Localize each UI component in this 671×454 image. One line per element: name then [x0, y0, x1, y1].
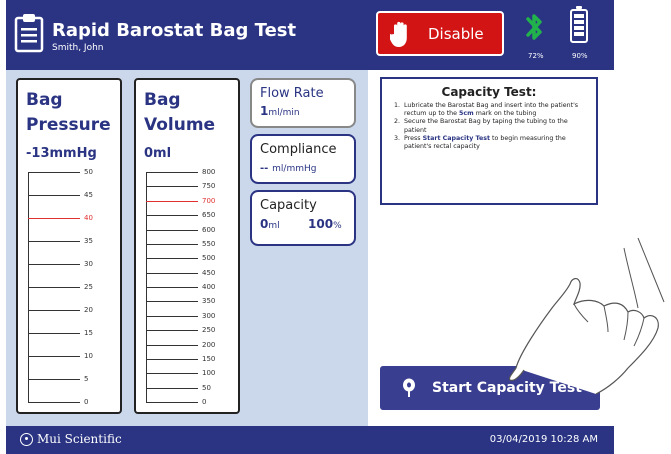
clipboard-icon — [14, 14, 44, 53]
scale-tick — [146, 200, 198, 202]
scale-tick — [146, 215, 198, 217]
volume-value: 0ml — [144, 146, 172, 161]
scale-tick-label: 25 — [84, 283, 93, 291]
instructions-title: Capacity Test: — [441, 85, 537, 99]
capacity-percent: 100% — [308, 217, 342, 231]
app-title: Rapid Barostat Bag Test — [52, 20, 297, 41]
scale-tick-label: 550 — [202, 239, 216, 248]
scale-tick-label: 5 — [84, 375, 89, 383]
scale-tick-label: 600 — [202, 225, 216, 234]
scale-tick — [146, 387, 198, 389]
scale-tick-label: 20 — [84, 306, 93, 314]
scale-tick-label: 100 — [202, 369, 216, 378]
flow-rate-title: Flow Rate — [260, 86, 324, 101]
scale-tick — [146, 186, 198, 188]
scale-tick-label: 10 — [84, 352, 93, 360]
battery-percent: 90% — [572, 52, 588, 60]
capacity-test-instructions: Capacity Test: Lubricate the Barostat Ba… — [380, 77, 598, 205]
volume-scale: 800 750 700 650 600 550 500 450 400 350 300 250 200 1… — [146, 168, 226, 406]
scale-tick — [146, 301, 198, 303]
pressure-value: -13mmHg — [26, 146, 97, 161]
scale-tick-label: 15 — [84, 329, 93, 337]
scale-tick — [28, 264, 80, 265]
scale-tick — [146, 172, 198, 173]
datetime: 03/04/2019 10:28 AM — [489, 434, 598, 445]
bag-volume-gauge: Bag Volume 0ml 800 750 700 650 600 550 500 450 4… — [134, 78, 240, 414]
scale-tick-label: 650 — [202, 211, 216, 220]
brand-name: Mui Scientific — [37, 432, 122, 446]
scale-tick — [146, 373, 198, 375]
scale-tick — [28, 287, 80, 288]
scale-tick-label: 500 — [202, 254, 216, 263]
pressure-title: Bag Pressure — [26, 90, 111, 135]
scale-tick-label: 700 — [202, 196, 216, 205]
compliance-card[interactable]: Compliance -- ml/mmHg — [250, 134, 356, 184]
scale-tick — [146, 272, 198, 274]
bag-pressure-gauge: Bag Pressure -13mmHg 50 45 40 35 30 25 20 15 10 5… — [16, 78, 122, 414]
header-bar: Rapid Barostat Bag Test Smith, John Disa… — [6, 0, 614, 70]
scale-tick-label: 40 — [84, 214, 93, 222]
scale-tick-label: 250 — [202, 326, 216, 335]
bluetooth-icon — [526, 14, 542, 40]
brand-logo: Mui Scientific — [20, 432, 122, 446]
scale-tick-label: 45 — [84, 191, 93, 199]
scale-tick-label: 35 — [84, 237, 93, 245]
scale-tick-label: 0 — [84, 398, 89, 406]
scale-tick — [28, 333, 80, 334]
scale-tick — [146, 258, 198, 260]
pointing-hand-illustration — [508, 237, 665, 395]
scale-tick-label: 750 — [202, 182, 216, 191]
instruction-step-1: Lubricate the Barostat Bag and insert in… — [402, 102, 590, 118]
scale-tick — [28, 195, 80, 196]
scale-tick — [146, 330, 198, 332]
brand-circle-icon — [20, 432, 33, 446]
scale-tick — [28, 172, 80, 173]
measurement-panel: Bag Pressure -13mmHg 50 45 40 35 30 25 20 15 10 5… — [6, 70, 368, 426]
instruction-step-3: Press Start Capacity Test to begin measu… — [402, 135, 590, 151]
scale-tick — [146, 402, 198, 403]
scale-tick — [146, 287, 198, 288]
scale-tick-label: 200 — [202, 340, 216, 349]
bluetooth-percent: 72% — [528, 52, 544, 60]
disable-button[interactable]: Disable — [376, 11, 504, 56]
scale-tick-label: 50 — [84, 168, 93, 176]
scale-tick-label: 400 — [202, 283, 216, 291]
scale-tick-label: 350 — [202, 297, 216, 306]
scale-tick — [146, 243, 198, 245]
capacity-title: Capacity — [260, 198, 317, 213]
scale-tick — [28, 218, 80, 219]
scale-tick — [28, 402, 80, 403]
scale-tick — [28, 356, 80, 357]
scale-tick-label: 300 — [202, 311, 216, 320]
battery-icon — [570, 6, 588, 43]
balloon-icon — [403, 378, 415, 397]
hand-stop-icon — [390, 21, 407, 47]
scale-tick-label: 30 — [84, 260, 93, 268]
patient-name: Smith, John — [52, 43, 104, 53]
footer-bar: Mui Scientific 03/04/2019 10:28 AM — [6, 426, 614, 454]
scale-tick — [146, 229, 198, 231]
compliance-readout: -- ml/mmHg — [260, 163, 317, 174]
instructions-list: Lubricate the Barostat Bag and insert in… — [402, 102, 590, 151]
compliance-title: Compliance — [260, 142, 337, 157]
scale-tick — [28, 241, 80, 242]
instruction-step-2: Secure the Barostat Bag by taping the tu… — [402, 118, 590, 134]
scale-tick — [28, 310, 80, 311]
flow-rate-readout: 1ml/min — [260, 104, 300, 118]
scale-tick-label: 0 — [202, 398, 207, 406]
disable-label: Disable — [428, 24, 484, 43]
scale-tick — [146, 344, 198, 346]
scale-tick-label: 800 — [202, 168, 216, 176]
scale-tick-label: 450 — [202, 268, 216, 277]
scale-tick — [146, 358, 198, 360]
capacity-card[interactable]: Capacity 0ml 100% — [250, 190, 356, 246]
scale-tick-label: 50 — [202, 383, 211, 392]
scale-tick — [146, 315, 198, 317]
volume-title: Bag Volume — [144, 90, 216, 135]
scale-tick — [28, 379, 80, 380]
capacity-volume: 0ml — [260, 217, 280, 231]
flow-rate-card[interactable]: Flow Rate 1ml/min — [250, 78, 356, 128]
scale-tick-label: 150 — [202, 354, 216, 363]
pressure-scale: 50 45 40 35 30 25 20 15 10 5 0 — [28, 168, 108, 406]
